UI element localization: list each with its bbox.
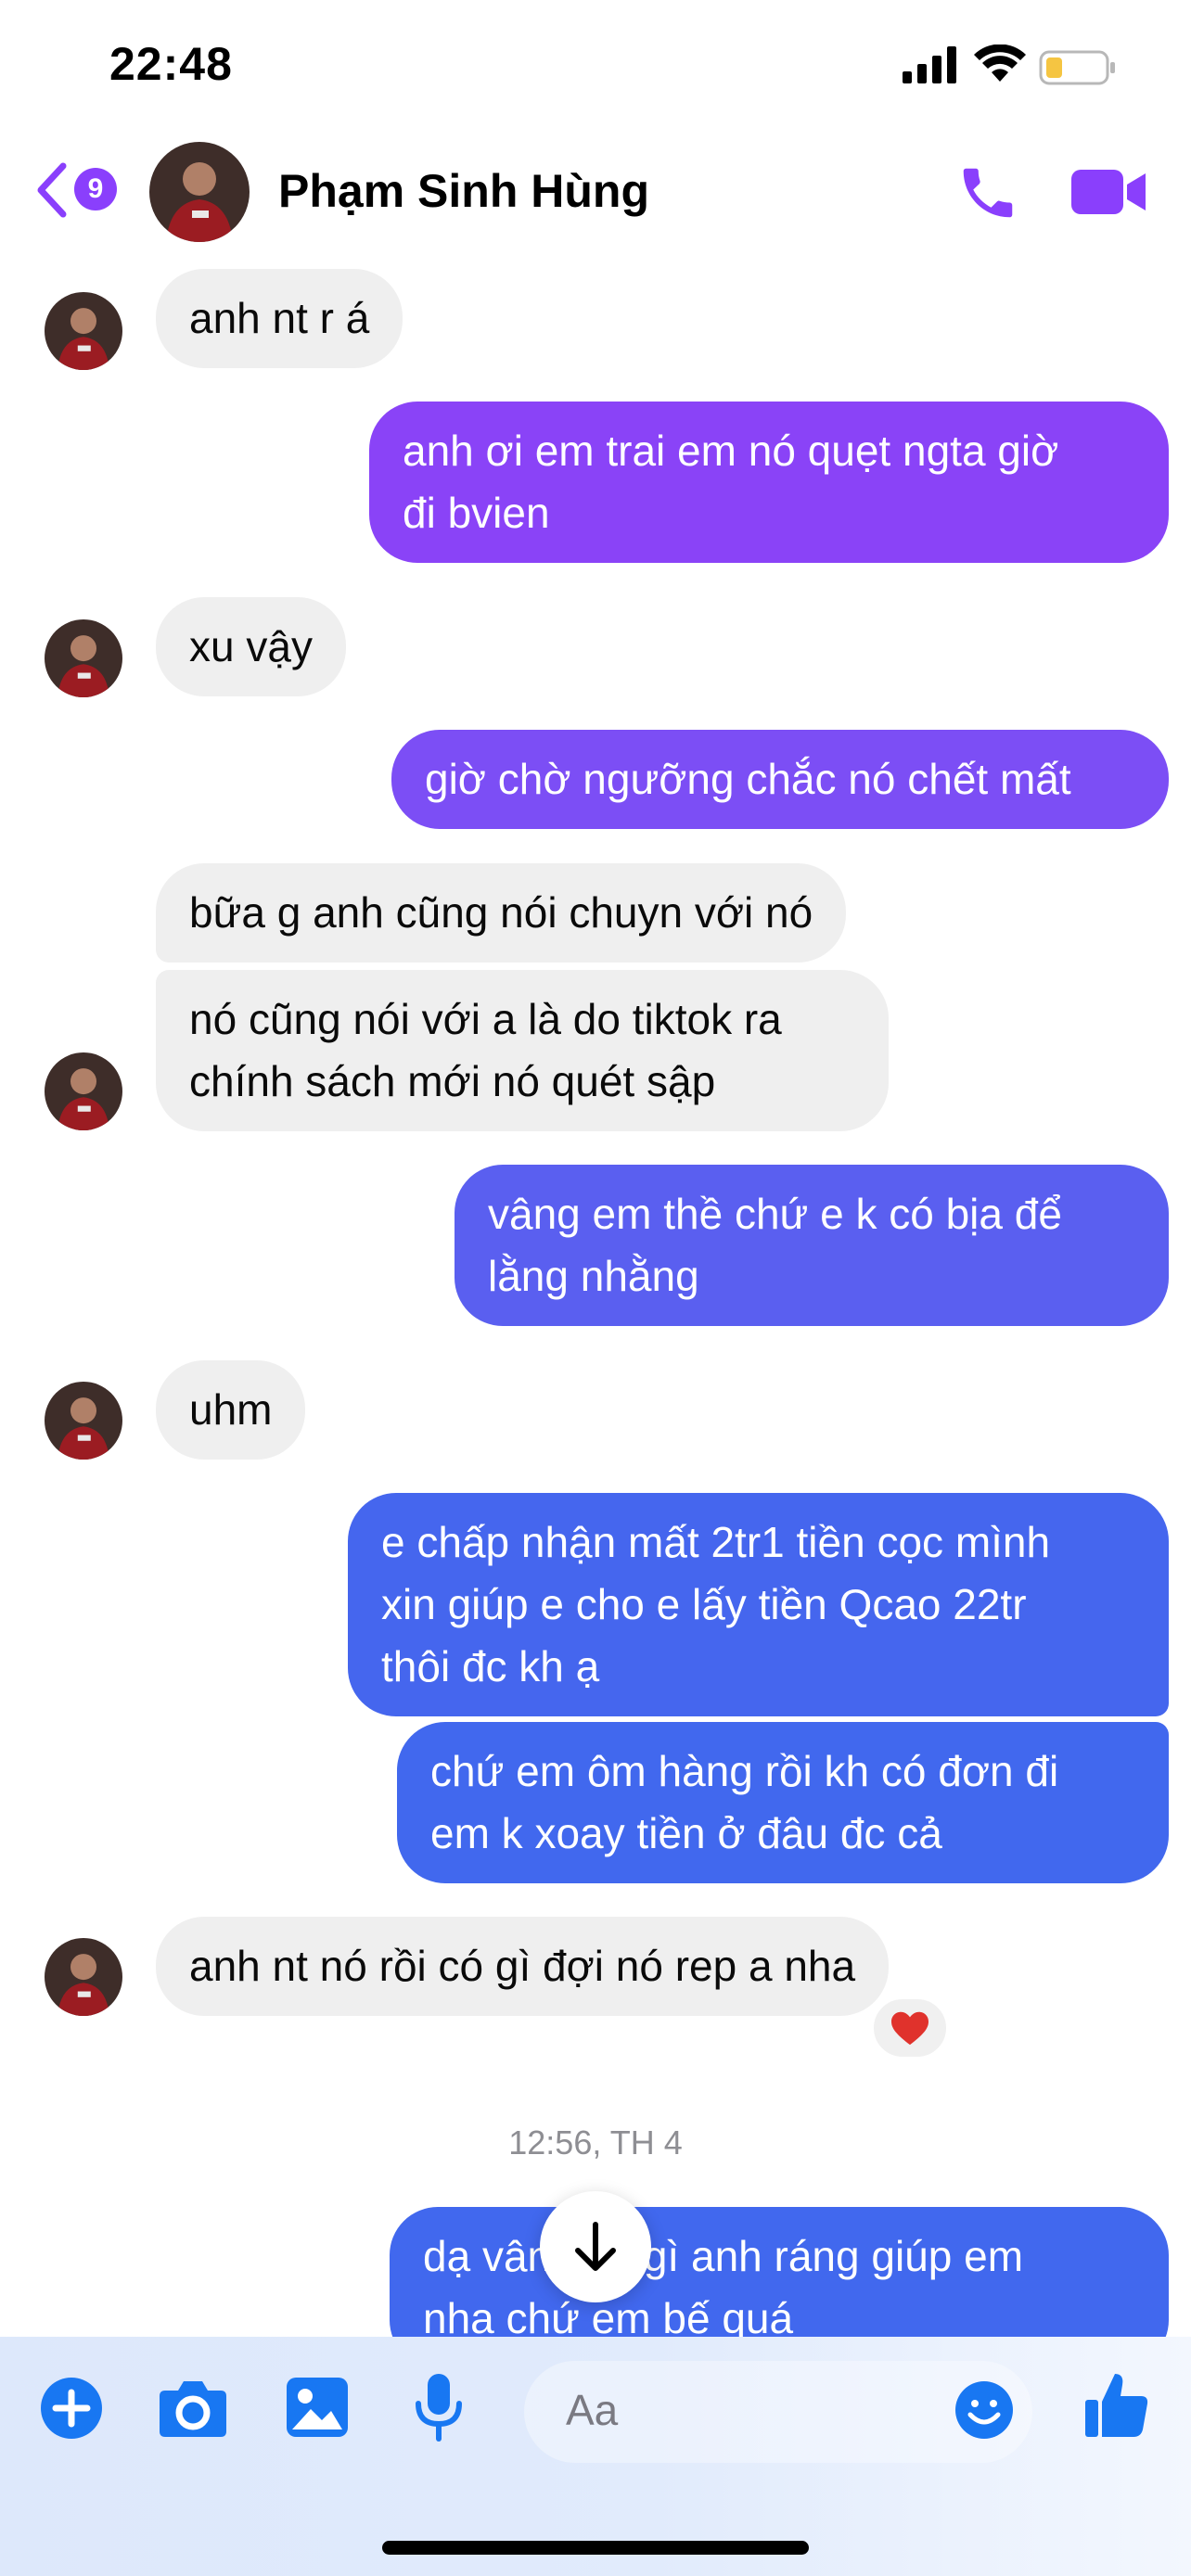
phone-icon[interactable] <box>955 160 1020 225</box>
avatar[interactable] <box>45 292 122 370</box>
chevron-left-icon <box>37 162 67 218</box>
microphone-icon[interactable] <box>413 2372 465 2442</box>
incoming-message[interactable]: bữa g anh cũng nói chuyn với nó <box>156 863 847 963</box>
message-line: nó cũng nói với a là do tiktok ra <box>189 995 782 1043</box>
incoming-message[interactable]: anh nt nó rồi có gì đợi nó rep a nha <box>156 1917 890 2016</box>
message-line: xin giúp e cho e lấy tiền Qcao 22tr <box>381 1580 1027 1628</box>
avatar[interactable] <box>45 1052 122 1130</box>
gallery-icon[interactable] <box>285 2376 350 2439</box>
home-indicator <box>382 2541 809 2555</box>
message-line: uhm <box>189 1385 273 1434</box>
battery-icon <box>1039 50 1115 85</box>
message-line: xu vậy <box>189 622 313 670</box>
message-line: anh ơi em trai em nó quẹt ngta giờ <box>403 427 1059 475</box>
heart-icon <box>891 2011 928 2046</box>
unread-badge: 9 <box>74 168 117 210</box>
incoming-message[interactable]: uhm <box>156 1360 306 1460</box>
avatar[interactable] <box>149 142 250 242</box>
contact-name[interactable]: Phạm Sinh Hùng <box>278 164 649 218</box>
message-input-placeholder: Aa <box>566 2386 619 2434</box>
signal-icon <box>903 46 956 83</box>
plus-icon[interactable] <box>39 2376 104 2441</box>
reaction-badge[interactable] <box>870 1996 950 2060</box>
message-line: e chấp nhận mất 2tr1 tiền cọc mình <box>381 1518 1051 1566</box>
incoming-message[interactable]: nó cũng nói với a là do tiktok ra chính … <box>156 970 889 1131</box>
message-line: đi bvien <box>403 489 550 537</box>
arrow-down-icon <box>575 2222 616 2271</box>
outgoing-message[interactable]: chứ em ôm hàng rồi kh có đơn đi em k xoa… <box>397 1722 1169 1883</box>
message-line: anh nt r á <box>189 294 370 342</box>
wifi-icon <box>974 45 1026 82</box>
message-line: thôi đc kh ạ <box>381 1642 600 1690</box>
timestamp: 12:56, TH 4 <box>508 2123 683 2162</box>
video-call-icon[interactable] <box>1071 162 1147 222</box>
message-line: dạ vâng có gì anh ráng giúp em <box>423 2232 1024 2280</box>
outgoing-message[interactable]: anh ơi em trai em nó quẹt ngta giờ đi bv… <box>369 402 1169 563</box>
message-line: giờ chờ ngưỡng chắc nó chết mất <box>425 755 1071 803</box>
outgoing-message[interactable]: giờ chờ ngưỡng chắc nó chết mất <box>391 730 1169 829</box>
status-bar: 22:48 <box>0 0 1191 134</box>
incoming-message[interactable]: xu vậy <box>156 597 346 696</box>
camera-icon[interactable] <box>158 2378 228 2439</box>
avatar[interactable] <box>45 1938 122 2016</box>
incoming-message[interactable]: anh nt r á <box>156 269 403 368</box>
avatar[interactable] <box>45 1382 122 1460</box>
scroll-to-bottom-button[interactable] <box>540 2191 651 2302</box>
avatar[interactable] <box>45 619 122 697</box>
message-line: lằng nhằng <box>488 1252 699 1300</box>
outgoing-message[interactable]: e chấp nhận mất 2tr1 tiền cọc mình xin g… <box>348 1493 1169 1716</box>
message-line: chính sách mới nó quét sập <box>189 1057 716 1105</box>
outgoing-message[interactable]: vâng em thề chứ e k có bịa để lằng nhằng <box>455 1165 1169 1326</box>
message-line: em k xoay tiền ở đâu đc cả <box>430 1809 942 1857</box>
status-time: 22:48 <box>109 38 233 90</box>
message-line: bữa g anh cũng nói chuyn với nó <box>189 888 813 937</box>
thumbs-up-icon[interactable] <box>1083 2370 1150 2441</box>
back-button[interactable]: 9 <box>33 162 126 218</box>
emoji-icon[interactable] <box>954 2379 1015 2441</box>
chat-header: 9 Phạm Sinh Hùng <box>0 134 1191 250</box>
message-line: anh nt nó rồi có gì đợi nó rep a nha <box>189 1942 856 1990</box>
message-line: chứ em ôm hàng rồi kh có đơn đi <box>430 1747 1059 1795</box>
message-line: vâng em thề chứ e k có bịa để <box>488 1190 1062 1238</box>
